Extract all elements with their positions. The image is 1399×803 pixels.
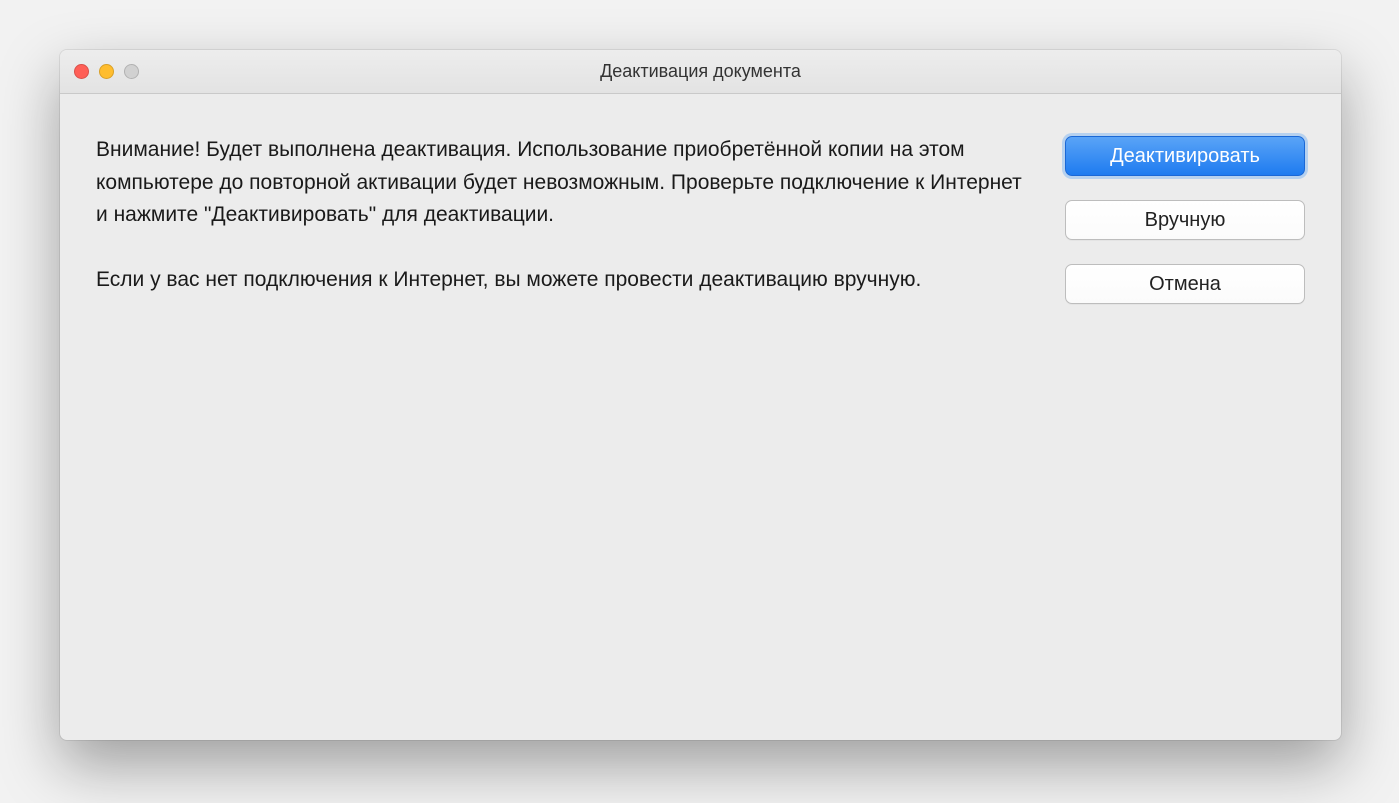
zoom-icon[interactable] [124,64,139,79]
deactivate-button[interactable]: Деактивировать [1065,136,1305,176]
dialog-window: Деактивация документа Внимание! Будет вы… [60,50,1341,740]
dialog-message: Внимание! Будет выполнена деактивация. И… [96,134,1037,704]
titlebar[interactable]: Деактивация документа [60,50,1341,94]
desktop: Деактивация документа Внимание! Будет вы… [0,0,1399,803]
window-title: Деактивация документа [600,61,801,82]
dialog-actions: Деактивировать Вручную Отмена [1065,136,1305,704]
dialog-content: Внимание! Будет выполнена деактивация. И… [60,94,1341,740]
close-icon[interactable] [74,64,89,79]
manual-button[interactable]: Вручную [1065,200,1305,240]
minimize-icon[interactable] [99,64,114,79]
traffic-lights [74,50,139,93]
cancel-button[interactable]: Отмена [1065,264,1305,304]
